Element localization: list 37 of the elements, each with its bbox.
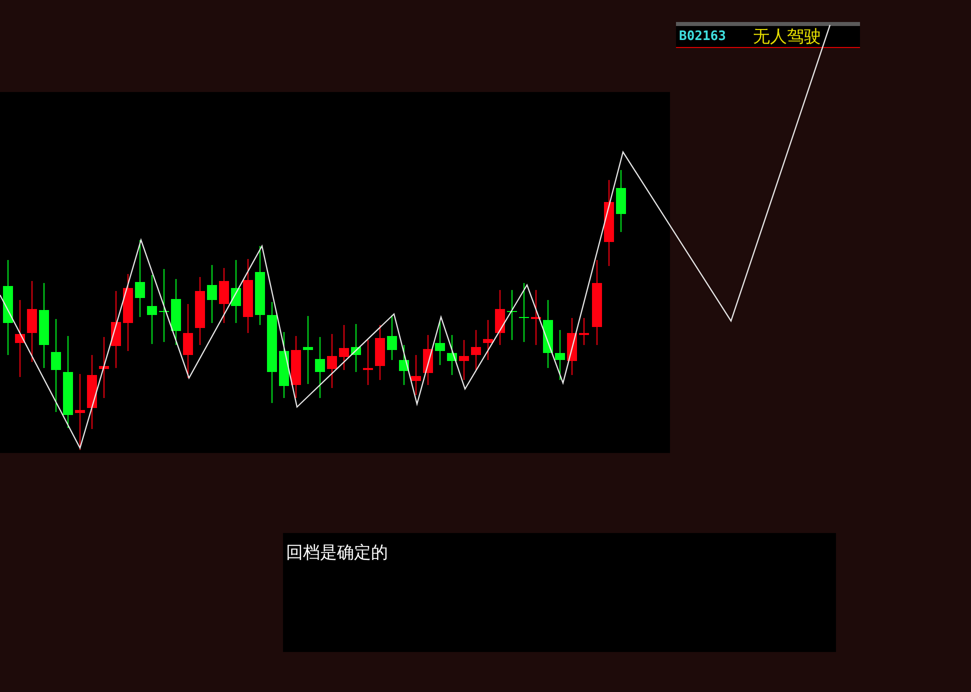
instrument-code: B02163 [679,29,727,44]
instrument-name: 无人驾驶 [753,26,821,46]
candlestick [555,330,565,380]
candlestick [435,320,445,366]
candlestick [219,268,229,324]
candlestick [147,274,157,344]
candlestick [291,336,301,398]
candlestick [483,320,493,360]
note-text: 回档是确定的 [286,543,388,563]
candlestick [387,314,397,360]
candlestick [171,278,181,346]
candlestick [519,282,529,342]
candlestick [459,340,469,380]
candlestick [99,336,109,398]
candlestick [303,316,313,384]
candlestick [447,334,457,376]
candlestick [363,340,373,386]
candlestick [351,324,361,372]
candlestick [399,344,409,386]
candlestick [616,170,626,232]
candlestick [327,334,337,388]
candlestick [507,290,517,340]
candlestick [579,318,589,346]
candlestick [207,264,217,324]
candlestick [411,354,421,396]
candlestick [471,330,481,370]
candlestick [495,290,505,346]
candlestick [543,300,553,368]
candlestick [339,324,349,370]
candlestick [567,318,577,376]
candlestick [531,290,541,346]
candlestick [231,260,241,324]
candlestick [195,276,205,346]
candlestick [279,332,289,398]
candlestick [423,334,433,386]
candlestick [315,336,325,398]
candlestick [375,324,385,380]
